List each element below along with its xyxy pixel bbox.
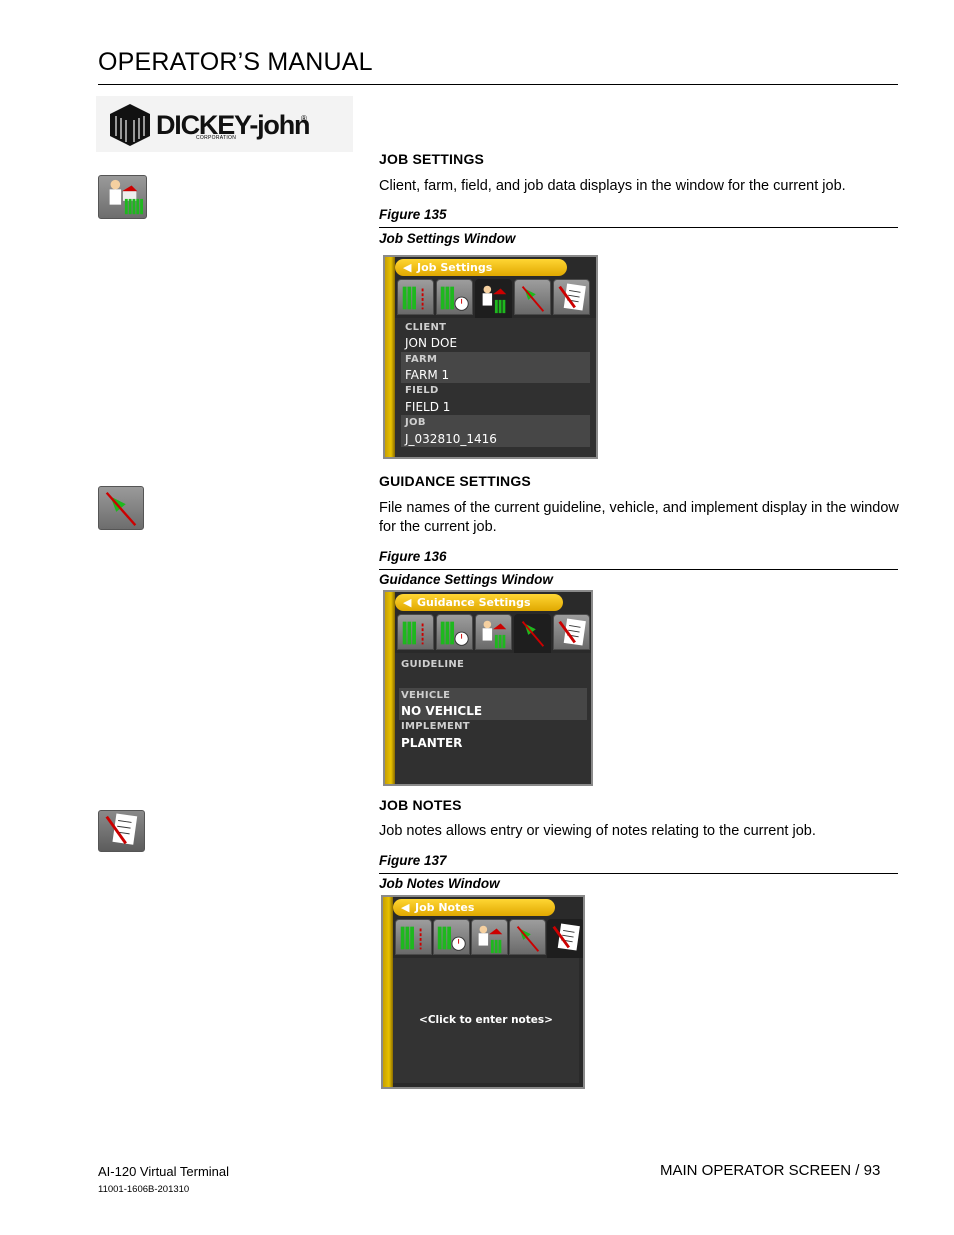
figure-135-number: Figure 135 — [379, 207, 447, 222]
window-title: Guidance Settings — [417, 596, 531, 609]
farm-value[interactable]: FARM 1 — [405, 368, 449, 382]
tab-guidance-settings[interactable] — [509, 919, 546, 955]
window-title: Job Notes — [415, 901, 475, 914]
job-settings-window: ◀ Job Settings CLIENT JON DOE FARM FARM … — [383, 255, 598, 459]
job-notes-heading: JOB NOTES — [379, 797, 462, 813]
job-label: JOB — [405, 417, 426, 428]
guidance-settings-description: File names of the current guideline, veh… — [379, 500, 899, 535]
settings-tab-bar — [397, 614, 590, 653]
figure-137-rule — [379, 873, 898, 874]
logo-cube-icon — [110, 104, 150, 146]
page-header-title: OPERATOR’S MANUAL — [98, 48, 373, 76]
vehicle-label: VEHICLE — [401, 690, 451, 701]
tab-job-timer[interactable] — [436, 614, 473, 650]
figure-135-rule — [379, 227, 898, 228]
guidance-settings-icon — [98, 486, 144, 530]
implement-label: IMPLEMENT — [401, 721, 470, 732]
client-value[interactable]: JON DOE — [405, 336, 457, 350]
job-notes-description: Job notes allows entry or viewing of not… — [379, 823, 816, 839]
screen-left-bar — [385, 257, 395, 457]
guidance-settings-heading: GUIDANCE SETTINGS — [379, 473, 531, 489]
header-divider — [98, 84, 898, 85]
tab-job-timer[interactable] — [436, 279, 473, 315]
figure-136-rule — [379, 569, 898, 570]
field-value[interactable]: FIELD 1 — [405, 400, 450, 414]
job-notes-window: ◀ Job Notes <Click to enter notes> — [381, 895, 585, 1089]
field-label: FIELD — [405, 385, 439, 396]
logo-corporation: CORPORATION — [196, 135, 237, 141]
dickey-john-logo: DICKEY-john ® CORPORATION — [96, 96, 353, 152]
guidance-settings-window: ◀ Guidance Settings GUIDELINE VEHICLE NO… — [383, 590, 593, 786]
notes-placeholder[interactable]: <Click to enter notes> — [393, 1014, 579, 1026]
back-arrow-icon: ◀ — [403, 596, 412, 609]
back-title-button[interactable]: ◀ Job Notes — [393, 899, 555, 916]
tab-field-operation[interactable] — [397, 279, 434, 315]
back-arrow-icon: ◀ — [403, 261, 412, 274]
tab-job-notes[interactable] — [547, 919, 583, 958]
tab-job-notes[interactable] — [553, 614, 590, 650]
farm-label: FARM — [405, 354, 438, 365]
figure-137-number: Figure 137 — [379, 853, 447, 868]
footer-doc-number: 11001-1606B-201310 — [98, 1184, 190, 1195]
client-label: CLIENT — [405, 322, 447, 333]
back-title-button[interactable]: ◀ Guidance Settings — [395, 594, 563, 611]
job-settings-description: Client, farm, field, and job data displa… — [379, 178, 846, 194]
settings-tab-bar — [395, 919, 583, 958]
settings-tab-bar — [397, 279, 590, 318]
tab-job-notes[interactable] — [553, 279, 590, 315]
figure-136-title: Guidance Settings Window — [379, 572, 553, 587]
back-arrow-icon: ◀ — [401, 901, 410, 914]
window-title: Job Settings — [417, 261, 493, 274]
job-value[interactable]: J_032810_1416 — [405, 432, 497, 446]
tab-guidance-settings[interactable] — [514, 614, 551, 653]
job-settings-heading: JOB SETTINGS — [379, 151, 485, 167]
tab-job-settings[interactable] — [475, 614, 512, 650]
tab-guidance-settings[interactable] — [514, 279, 551, 315]
screen-left-bar — [385, 592, 395, 784]
back-title-button[interactable]: ◀ Job Settings — [395, 259, 567, 276]
footer-page-number: MAIN OPERATOR SCREEN / 93 — [660, 1162, 881, 1179]
logo-registered-mark: ® — [301, 114, 307, 123]
job-settings-icon — [98, 175, 147, 219]
job-notes-icon — [98, 810, 145, 852]
tab-field-operation[interactable] — [397, 614, 434, 650]
tab-job-settings[interactable] — [471, 919, 508, 955]
screen-left-bar — [383, 897, 393, 1087]
settings-panel: CLIENT JON DOE FARM FARM 1 FIELD FIELD 1… — [395, 318, 596, 457]
footer-product: AI-120 Virtual Terminal — [98, 1164, 230, 1179]
tab-job-settings[interactable] — [475, 279, 512, 318]
settings-panel: GUIDELINE VEHICLE NO VEHICLE IMPLEMENT P… — [395, 653, 591, 784]
figure-137-title: Job Notes Window — [379, 876, 500, 891]
implement-value[interactable]: PLANTER — [401, 736, 462, 750]
vehicle-value[interactable]: NO VEHICLE — [401, 704, 482, 718]
tab-job-timer[interactable] — [433, 919, 470, 955]
tab-field-operation[interactable] — [395, 919, 432, 955]
figure-135-title: Job Settings Window — [379, 231, 516, 246]
notes-panel[interactable]: <Click to enter notes> — [393, 958, 579, 1083]
figure-136-number: Figure 136 — [379, 549, 447, 564]
guideline-label: GUIDELINE — [401, 659, 465, 670]
